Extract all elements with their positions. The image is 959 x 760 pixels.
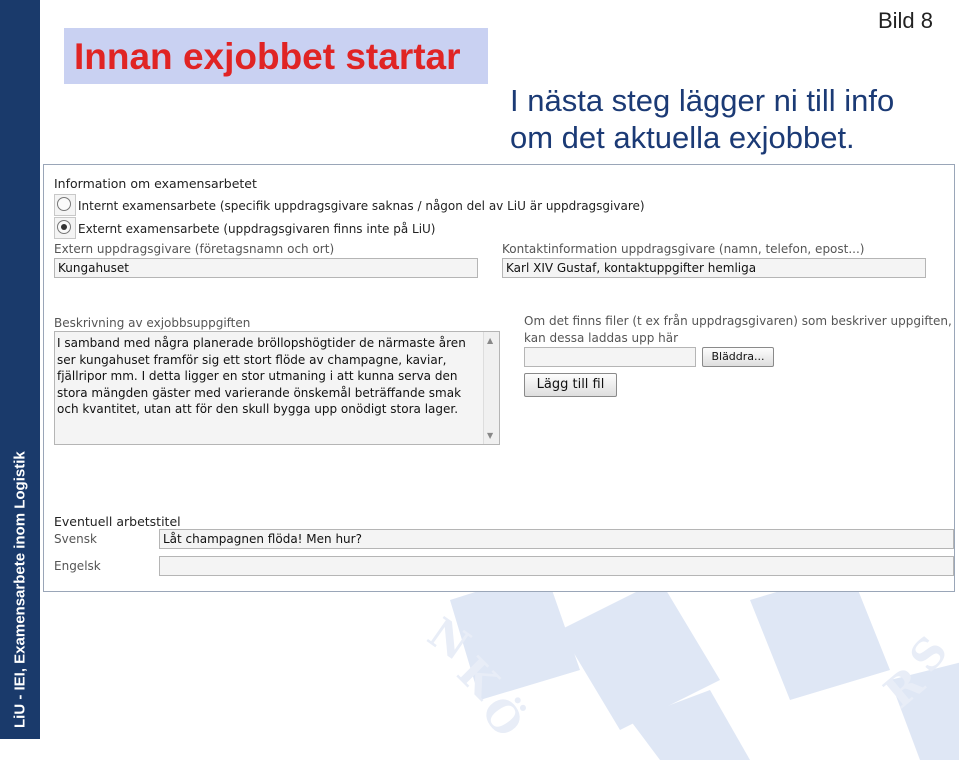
subtitle-line-1: I nästa steg lägger ni till info <box>510 83 895 118</box>
description-text: I samband med några planerade bröllopshö… <box>57 336 466 416</box>
add-file-button[interactable]: Lägg till fil <box>524 373 617 397</box>
client-input[interactable]: Kungahuset <box>54 258 478 278</box>
description-label: Beskrivning av exjobbsuppgiften <box>54 316 251 330</box>
files-label-line-1: Om det finns filer (t ex från uppdragsgi… <box>524 314 952 328</box>
swedish-title-input[interactable]: Låt champagnen flöda! Men hur? <box>159 529 954 549</box>
svg-text:S: S <box>900 627 957 682</box>
files-label-line-2: kan dessa laddas upp här <box>524 331 679 345</box>
contact-input[interactable]: Karl XIV Gustaf, kontaktuppgifter hemlig… <box>502 258 926 278</box>
radio-external-label[interactable]: Externt examensarbete (uppdragsgivaren f… <box>78 222 436 236</box>
svg-text:K: K <box>448 647 510 709</box>
swedish-label: Svensk <box>54 532 97 546</box>
radio-internal-label[interactable]: Internt examensarbete (specifik uppdrags… <box>78 199 645 213</box>
client-label: Extern uppdragsgivare (företagsnamn och … <box>54 242 335 256</box>
svg-text:R: R <box>875 657 934 718</box>
left-sidebar-bar: LiU - IEI, Examensarbete inom Logistik <box>0 0 40 739</box>
slide-subtitle: I nästa steg lägger ni till info om det … <box>510 82 894 156</box>
svg-text:N: N <box>419 608 479 670</box>
radio-external-frame <box>54 217 76 239</box>
section-heading: Information om examensarbetet <box>54 176 257 191</box>
subtitle-line-2: om det aktuella exjobbet. <box>510 120 855 155</box>
work-title-heading: Eventuell arbetstitel <box>54 514 181 529</box>
description-textarea[interactable]: I samband med några planerade bröllopshö… <box>54 331 500 445</box>
slide-title-box: Innan exjobbet startar <box>64 28 488 84</box>
english-title-input[interactable] <box>159 556 954 576</box>
slide-title: Innan exjobbet startar <box>74 36 461 77</box>
browse-button[interactable]: Bläddra... <box>702 347 774 367</box>
description-scrollbar[interactable]: ▲ ▼ <box>483 332 499 444</box>
file-path-input[interactable] <box>524 347 696 367</box>
sidebar-footer-text: LiU - IEI, Examensarbete inom Logistik <box>11 451 29 728</box>
radio-internal[interactable] <box>57 197 71 211</box>
radio-external[interactable] <box>57 220 71 234</box>
contact-label: Kontaktinformation uppdragsgivare (namn,… <box>502 242 865 256</box>
slide-number: Bild 8 <box>877 8 933 33</box>
exam-info-form: Information om examensarbetet Internt ex… <box>43 164 955 592</box>
english-label: Engelsk <box>54 559 101 573</box>
svg-text:Ö: Ö <box>472 686 535 745</box>
scroll-up-icon[interactable]: ▲ <box>487 336 493 345</box>
scroll-down-icon[interactable]: ▼ <box>487 431 493 440</box>
radio-internal-frame <box>54 194 76 216</box>
